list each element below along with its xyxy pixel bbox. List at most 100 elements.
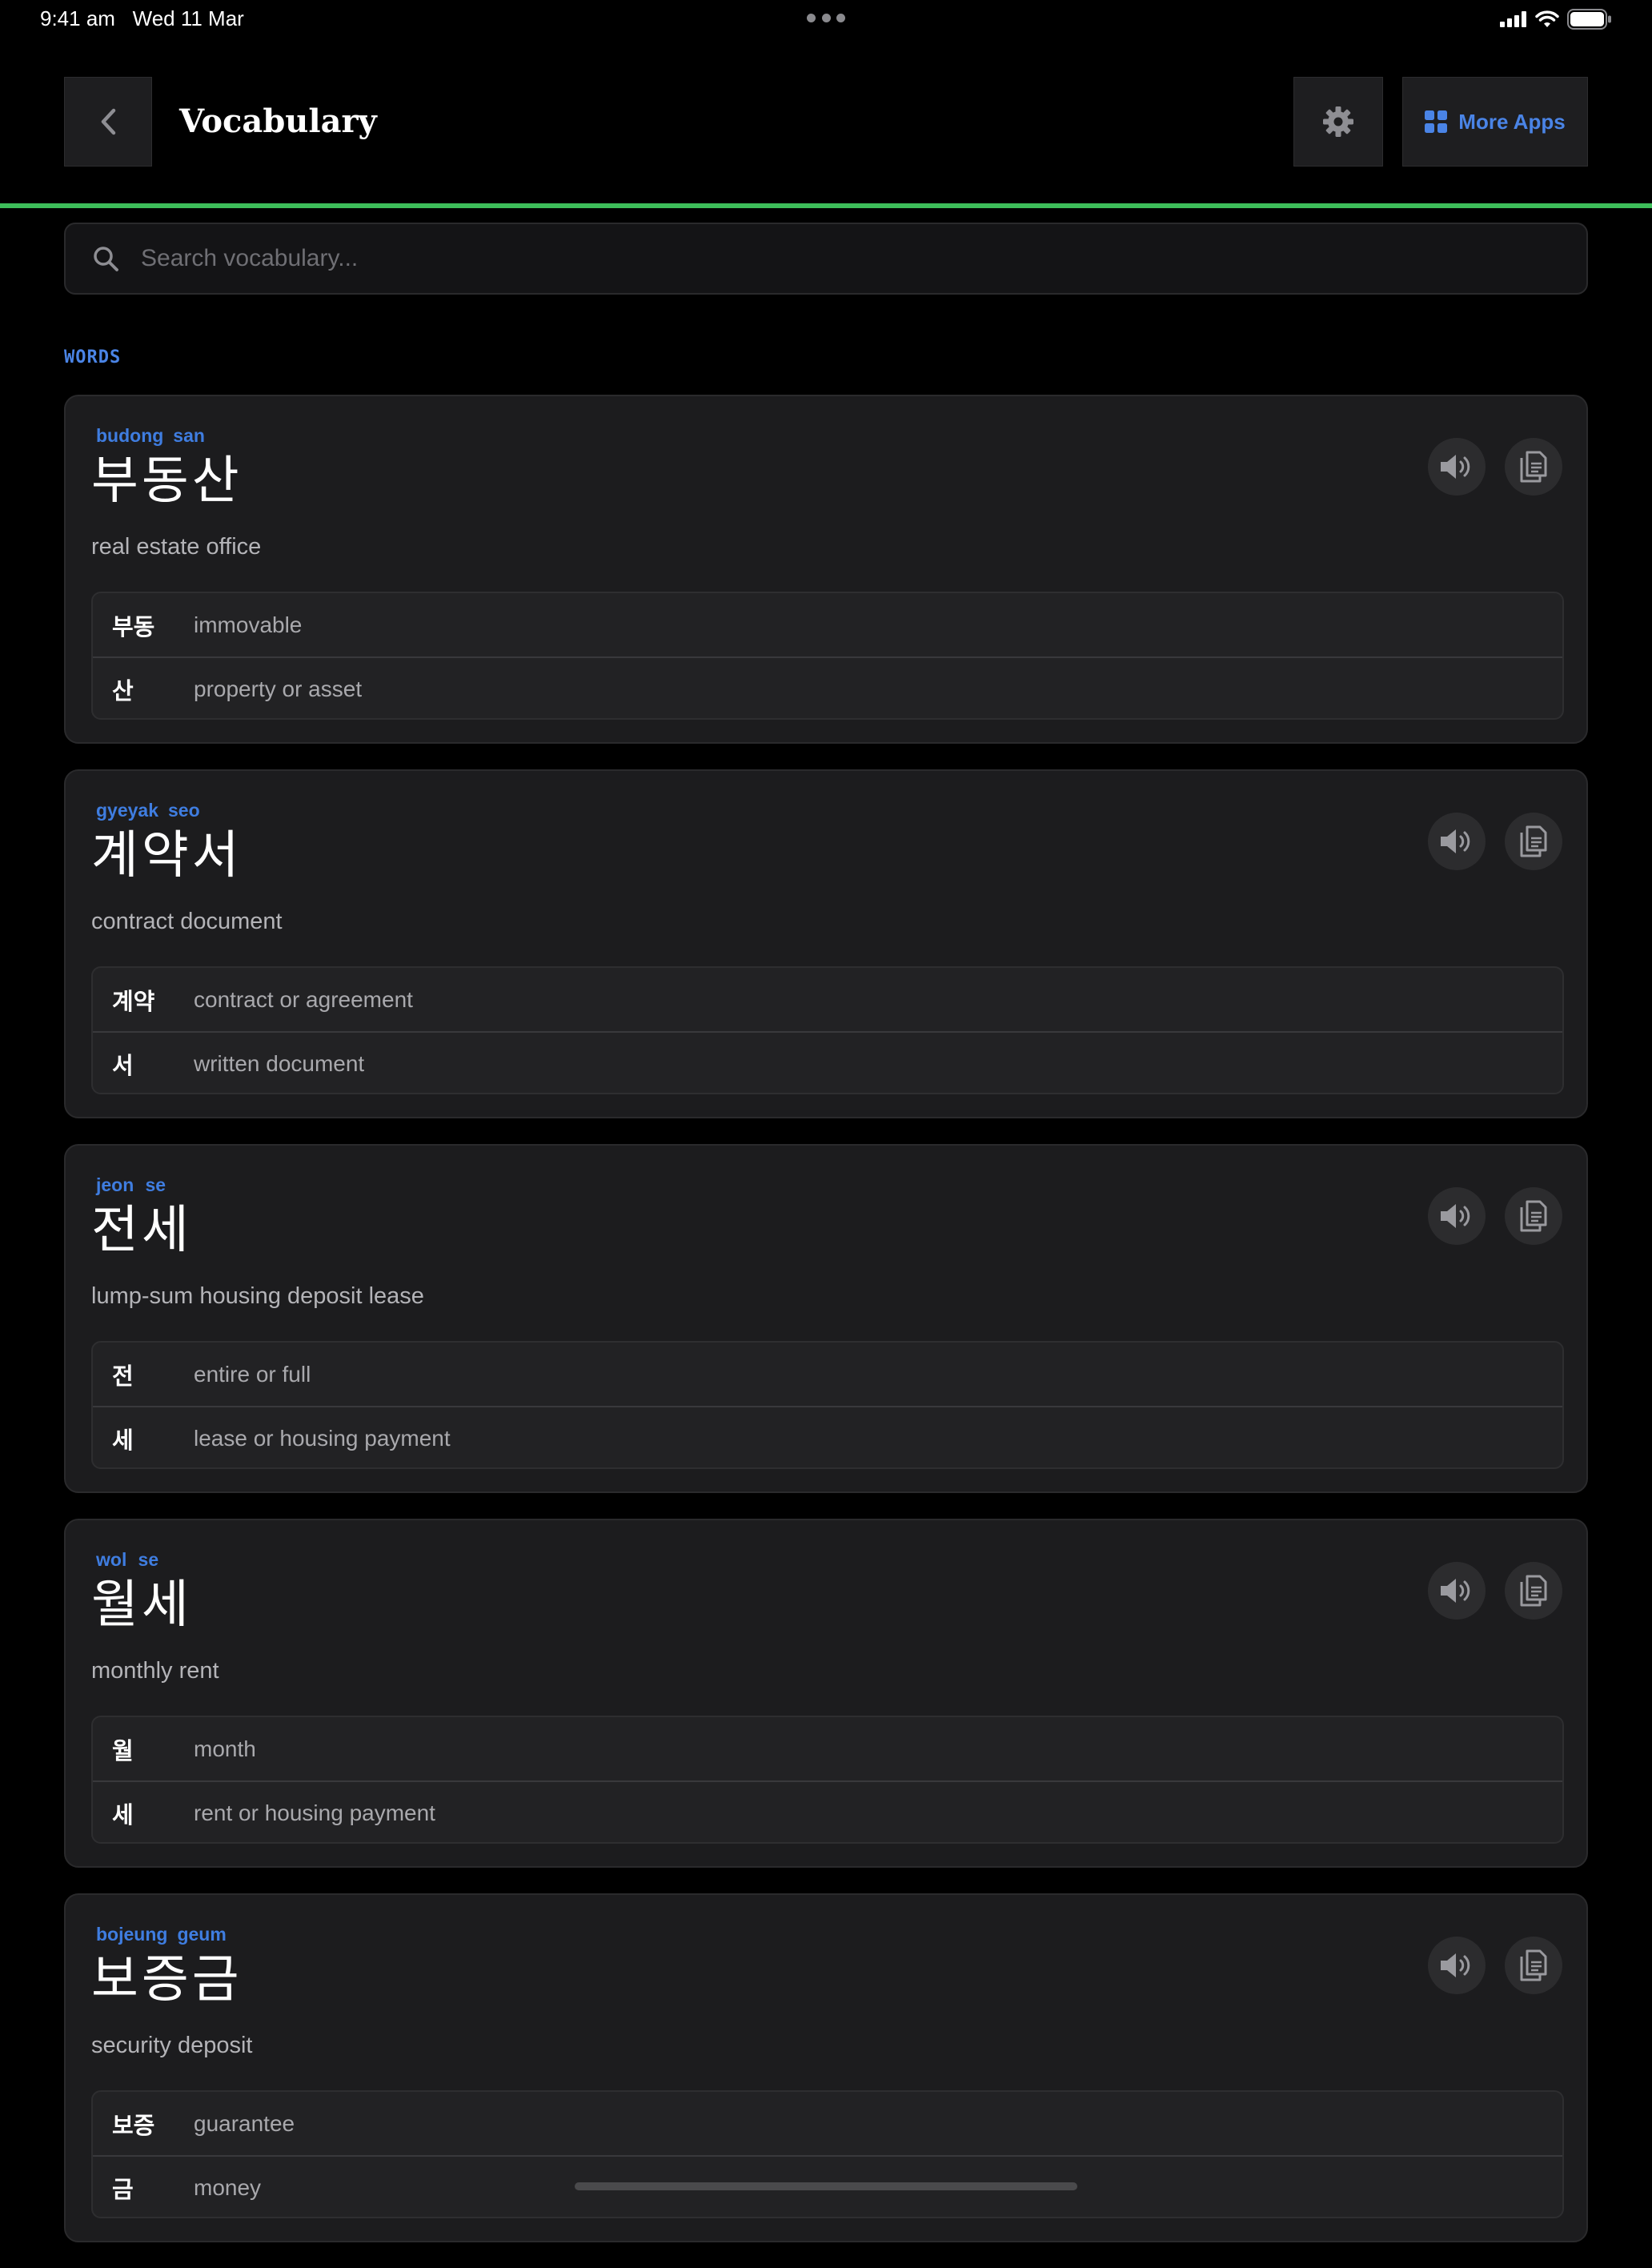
romanization: budong san [91, 425, 210, 447]
speaker-icon [1441, 455, 1470, 479]
word-card: gyeyak seo 계약서 contract document 계약 cont… [64, 769, 1588, 1118]
settings-button[interactable] [1293, 77, 1383, 167]
battery-icon [1567, 9, 1611, 30]
top-bar: Vocabulary More Apps [0, 48, 1652, 205]
korean-word: 보증금 [91, 1950, 243, 2009]
syllable: 전 [112, 1362, 134, 1390]
copy-button[interactable] [1505, 1187, 1562, 1245]
korean-word: 부동산 [91, 452, 243, 511]
page-title: Vocabulary [179, 102, 377, 140]
speaker-icon [1441, 1204, 1470, 1228]
search-icon [91, 244, 120, 273]
syllable-meaning: property or asset [194, 676, 363, 701]
speak-button[interactable] [1428, 1562, 1486, 1620]
syllable-meaning: rent or housing payment [194, 1800, 435, 1825]
speaker-icon [1441, 1579, 1470, 1603]
section-label-words: WORDS [64, 347, 122, 367]
copy-icon [1520, 1575, 1547, 1607]
korean-word: 전세 [91, 1201, 192, 1260]
romanization-chunk: san [173, 425, 205, 446]
progress-bar [0, 203, 1652, 208]
chevron-left-icon [101, 108, 116, 135]
copy-button[interactable] [1505, 1562, 1562, 1620]
breakdown-row: 월 month [93, 1717, 1562, 1780]
syllable-meaning: money [194, 2174, 262, 2200]
romanization-chunk: geum [177, 1924, 227, 1945]
breakdown-row: 보증 guarantee [93, 2092, 1562, 2155]
syllable: 부동 [112, 612, 155, 640]
syllable-meaning: contract or agreement [194, 986, 413, 1012]
word-meaning: real estate office [91, 534, 262, 560]
syllable-meaning: lease or housing payment [194, 1425, 451, 1451]
gear-icon [1323, 106, 1353, 137]
search-input[interactable] [139, 234, 1586, 283]
more-apps-label: More Apps [1458, 109, 1566, 134]
multitasking-dots-icon[interactable] [807, 14, 845, 25]
syllable: 금 [112, 2175, 134, 2203]
romanization-chunk: budong [96, 425, 164, 446]
romanization: jeon se [91, 1174, 172, 1196]
breakdown-row: 전 entire or full [93, 1343, 1562, 1406]
breakdown-row: 계약 contract or agreement [93, 968, 1562, 1031]
word-meaning: security deposit [91, 2033, 253, 2058]
korean-word: 월세 [91, 1576, 192, 1635]
search-box[interactable] [64, 223, 1588, 295]
copy-button[interactable] [1505, 813, 1562, 870]
grid-icon [1425, 110, 1448, 133]
speak-button[interactable] [1428, 1937, 1486, 1994]
syllable: 산 [112, 676, 134, 704]
copy-icon [1520, 825, 1547, 857]
romanization-chunk: se [138, 1549, 159, 1570]
romanization: bojeung geum [91, 1924, 231, 1945]
syllable: 월 [112, 1736, 134, 1764]
syllable-breakdown: 계약 contract or agreement 서 written docum… [91, 966, 1564, 1094]
romanization-chunk: bojeung [96, 1924, 168, 1945]
word-list: budong san 부동산 real estate office 부동 imm… [64, 395, 1588, 2268]
syllable: 서 [112, 1051, 134, 1079]
copy-icon [1520, 451, 1547, 483]
syllable-meaning: written document [194, 1050, 365, 1076]
korean-word: 계약서 [91, 826, 243, 885]
speak-button[interactable] [1428, 438, 1486, 496]
word-meaning: monthly rent [91, 1658, 219, 1684]
romanization-chunk: gyeyak [96, 800, 159, 821]
status-clock: 9:41 am [40, 6, 115, 30]
speak-button[interactable] [1428, 813, 1486, 870]
syllable-breakdown: 부동 immovable 산 property or asset [91, 592, 1564, 720]
syllable-breakdown: 보증 guarantee 금 money [91, 2090, 1564, 2218]
syllable: 보증 [112, 2111, 155, 2139]
speak-button[interactable] [1428, 1187, 1486, 1245]
breakdown-row: 산 property or asset [93, 656, 1562, 718]
romanization-chunk: wol [96, 1549, 127, 1570]
syllable: 계약 [112, 987, 155, 1015]
syllable-meaning: entire or full [194, 1361, 311, 1387]
cellular-signal-icon [1500, 11, 1526, 27]
copy-icon [1520, 1200, 1547, 1232]
syllable-meaning: guarantee [194, 2110, 295, 2136]
word-card: wol se 월세 monthly rent 월 month 세 rent or… [64, 1519, 1588, 1868]
breakdown-row: 세 rent or housing payment [93, 1780, 1562, 1842]
status-date: Wed 11 Mar [132, 6, 244, 30]
word-meaning: lump-sum housing deposit lease [91, 1283, 424, 1309]
word-card: budong san 부동산 real estate office 부동 imm… [64, 395, 1588, 744]
breakdown-row: 세 lease or housing payment [93, 1406, 1562, 1467]
back-button[interactable] [64, 77, 152, 167]
syllable: 세 [112, 1426, 134, 1454]
word-meaning: contract document [91, 909, 283, 934]
copy-button[interactable] [1505, 1937, 1562, 1994]
breakdown-row: 서 written document [93, 1031, 1562, 1093]
syllable: 세 [112, 1800, 134, 1828]
romanization: gyeyak seo [91, 800, 205, 821]
copy-button[interactable] [1505, 438, 1562, 496]
status-indicators [1500, 8, 1612, 30]
syllable-meaning: immovable [194, 612, 303, 637]
romanization-chunk: se [145, 1174, 166, 1195]
word-card: jeon se 전세 lump-sum housing deposit leas… [64, 1144, 1588, 1493]
speaker-icon [1441, 1953, 1470, 1977]
home-indicator[interactable] [575, 2182, 1077, 2190]
syllable-breakdown: 월 month 세 rent or housing payment [91, 1716, 1564, 1844]
romanization-chunk: seo [168, 800, 200, 821]
more-apps-button[interactable]: More Apps [1402, 77, 1588, 167]
syllable-meaning: month [194, 1736, 256, 1761]
breakdown-row: 부동 immovable [93, 593, 1562, 656]
